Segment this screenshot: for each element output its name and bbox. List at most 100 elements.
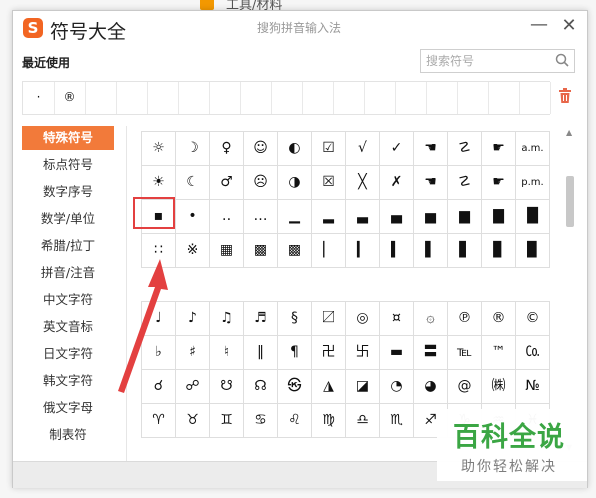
- symbol-cell[interactable]: ㏇: [516, 336, 550, 370]
- symbol-cell[interactable]: ®: [482, 302, 516, 336]
- symbol-cell[interactable]: ▃: [346, 200, 380, 234]
- recent-symbol-cell[interactable]: [302, 82, 334, 114]
- symbol-cell[interactable]: ☼: [142, 132, 176, 166]
- symbol-cell[interactable]: …: [244, 200, 278, 234]
- symbol-cell[interactable]: ♌: [278, 404, 312, 438]
- recent-symbol-cell[interactable]: [333, 82, 365, 114]
- symbol-cell[interactable]: ♏: [380, 404, 414, 438]
- symbol-cell[interactable]: ☺: [244, 132, 278, 166]
- symbol-cell[interactable]: ☀: [142, 166, 176, 200]
- symbol-cell[interactable]: ▌: [414, 234, 448, 268]
- symbol-cell[interactable]: ▆: [448, 200, 482, 234]
- symbol-cell[interactable]: ♋: [244, 404, 278, 438]
- recent-symbol-cell[interactable]: [457, 82, 489, 114]
- symbol-cell[interactable]: ▩: [278, 234, 312, 268]
- recent-symbol-cell[interactable]: [178, 82, 210, 114]
- sidebar-item-4[interactable]: 数学/单位: [22, 207, 114, 231]
- sidebar-item-3[interactable]: 数字序号: [22, 180, 114, 204]
- symbol-cell[interactable]: ㈱: [482, 370, 516, 404]
- symbol-cell[interactable]: 卍: [312, 336, 346, 370]
- symbol-cell[interactable]: ㉿: [278, 370, 312, 404]
- symbol-cell[interactable]: 卐: [346, 336, 380, 370]
- symbol-cell[interactable]: ☹: [244, 166, 278, 200]
- sidebar-item-7[interactable]: 中文字符: [22, 288, 114, 312]
- symbol-cell[interactable]: ◕: [414, 370, 448, 404]
- symbol-cell[interactable]: √: [346, 132, 380, 166]
- symbol-cell[interactable]: ▉: [516, 234, 550, 268]
- search-icon[interactable]: [554, 52, 570, 68]
- sidebar-item-9[interactable]: 日文字符: [22, 342, 114, 366]
- symbol-cell[interactable]: ©: [516, 302, 550, 336]
- minimize-button[interactable]: —: [529, 14, 549, 35]
- symbol-cell[interactable]: ☛: [482, 166, 516, 200]
- symbol-cell[interactable]: ♯: [176, 336, 210, 370]
- symbol-cell[interactable]: ☒: [312, 166, 346, 200]
- symbol-cell[interactable]: ♮: [210, 336, 244, 370]
- symbol-cell[interactable]: p.m.: [516, 166, 550, 200]
- title-bar[interactable]: S 符号大全 搜狗拼音输入法 — ✕: [13, 11, 587, 47]
- symbol-cell[interactable]: ▋: [448, 234, 482, 268]
- recent-symbol-cell[interactable]: [147, 82, 179, 114]
- symbol-cell[interactable]: ▬: [380, 336, 414, 370]
- recent-symbol-cell[interactable]: [209, 82, 241, 114]
- recent-symbol-cell[interactable]: ®: [54, 82, 86, 114]
- symbol-cell[interactable]: ♫: [210, 302, 244, 336]
- symbol-cell[interactable]: ℗: [448, 302, 482, 336]
- recent-symbol-cell[interactable]: [364, 82, 396, 114]
- symbol-cell[interactable]: ▩: [244, 234, 278, 268]
- symbol-cell[interactable]: 〼: [312, 302, 346, 336]
- symbol-cell[interactable]: ☊: [244, 370, 278, 404]
- symbol-cell[interactable]: ◮: [312, 370, 346, 404]
- symbol-cell[interactable]: ▎: [346, 234, 380, 268]
- symbol-cell[interactable]: ☡: [448, 166, 482, 200]
- symbol-cell[interactable]: ‥: [210, 200, 244, 234]
- symbol-cell[interactable]: 〓: [414, 336, 448, 370]
- recent-symbol-cell[interactable]: [240, 82, 272, 114]
- symbol-cell[interactable]: ‖: [244, 336, 278, 370]
- close-button[interactable]: ✕: [559, 15, 579, 36]
- symbol-cell[interactable]: ☡: [448, 132, 482, 166]
- symbol-cell[interactable]: ▍: [380, 234, 414, 268]
- recent-symbol-cell[interactable]: [116, 82, 148, 114]
- symbol-cell[interactable]: ▂: [312, 200, 346, 234]
- search-box[interactable]: [420, 49, 575, 73]
- symbol-cell[interactable]: ☍: [176, 370, 210, 404]
- symbol-cell[interactable]: ۞: [414, 302, 448, 336]
- symbol-cell[interactable]: ▦: [210, 234, 244, 268]
- recent-symbol-cell[interactable]: [426, 82, 458, 114]
- sidebar-item-12[interactable]: 制表符: [22, 423, 114, 447]
- symbol-cell[interactable]: ※: [176, 234, 210, 268]
- sidebar-item-8[interactable]: 英文音标: [22, 315, 114, 339]
- symbol-cell[interactable]: ℡: [448, 336, 482, 370]
- symbol-cell[interactable]: ¤: [380, 302, 414, 336]
- symbol-cell[interactable]: ☽: [176, 132, 210, 166]
- symbol-cell[interactable]: ✗: [380, 166, 414, 200]
- symbol-cell[interactable]: ☑: [312, 132, 346, 166]
- symbol-cell[interactable]: ☚: [414, 166, 448, 200]
- recent-symbol-cell[interactable]: [519, 82, 551, 114]
- symbol-cell[interactable]: ♀: [210, 132, 244, 166]
- symbol-cell[interactable]: ▅: [414, 200, 448, 234]
- symbol-cell[interactable]: ♪: [176, 302, 210, 336]
- symbol-cell[interactable]: ♬: [244, 302, 278, 336]
- search-input[interactable]: [426, 52, 546, 70]
- symbol-cell[interactable]: a.m.: [516, 132, 550, 166]
- symbol-cell[interactable]: ☛: [482, 132, 516, 166]
- symbol-cell[interactable]: ▇: [482, 200, 516, 234]
- recent-symbol-cell[interactable]: [85, 82, 117, 114]
- symbol-cell[interactable]: ♍: [312, 404, 346, 438]
- recent-symbol-cell[interactable]: ·: [23, 82, 55, 114]
- symbol-cell[interactable]: ♊: [210, 404, 244, 438]
- scroll-up-arrow-icon[interactable]: ▲: [566, 128, 572, 137]
- symbol-cell[interactable]: •: [176, 200, 210, 234]
- recent-symbol-cell[interactable]: [488, 82, 520, 114]
- sidebar-item-11[interactable]: 俄文字母: [22, 396, 114, 420]
- sidebar-item-5[interactable]: 希腊/拉丁: [22, 234, 114, 258]
- symbol-cell[interactable]: №: [516, 370, 550, 404]
- sidebar-item-6[interactable]: 拼音/注音: [22, 261, 114, 285]
- symbol-cell[interactable]: ☾: [176, 166, 210, 200]
- symbol-cell[interactable]: ◪: [346, 370, 380, 404]
- symbol-cell[interactable]: ♈: [142, 404, 176, 438]
- symbol-cell[interactable]: ✓: [380, 132, 414, 166]
- scrollbar-thumb[interactable]: [566, 176, 574, 227]
